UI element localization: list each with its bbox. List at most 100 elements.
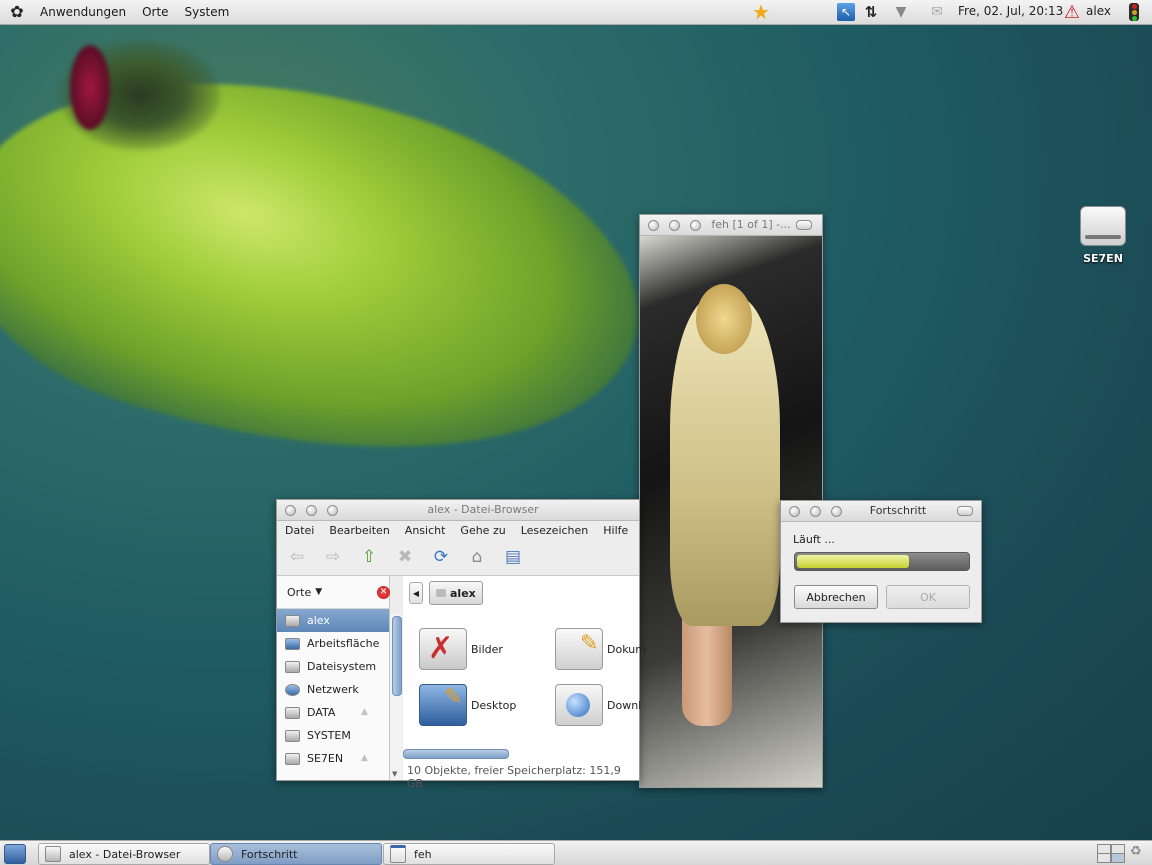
close-sidebar-icon[interactable]: ✕: [377, 586, 390, 599]
close-button[interactable]: [648, 220, 659, 231]
places-header[interactable]: Orte ▼ ✕: [277, 576, 390, 609]
trash-icon[interactable]: ♻: [1130, 844, 1146, 862]
network-arrows-icon[interactable]: ⇅: [861, 3, 881, 21]
file-item-dokumente[interactable]: ✎ Dokum: [555, 628, 646, 670]
warning-icon[interactable]: ⚠: [1062, 2, 1082, 23]
home-icon[interactable]: ⌂: [465, 545, 489, 569]
breadcrumb-left-icon[interactable]: ◀: [409, 582, 423, 604]
menu-edit[interactable]: Bearbeiten: [329, 524, 389, 537]
file-view: ◀ alex ✗ Bilder ✎ Dokum ✎ Desktop Downl …: [403, 576, 646, 790]
chevron-down-icon[interactable]: ▼: [315, 587, 322, 597]
taskbar-item-fortschritt[interactable]: Fortschritt: [210, 843, 382, 865]
stop-icon[interactable]: ✖: [393, 545, 417, 569]
window-title: alex - Datei-Browser: [427, 503, 539, 516]
drive-icon: [285, 660, 300, 673]
menu-go[interactable]: Gehe zu: [460, 524, 505, 537]
toolbar: ⇦ ⇨ ⇧ ✖ ⟳ ⌂ ▤: [277, 539, 639, 576]
menu-applications[interactable]: Anwendungen: [40, 5, 126, 19]
shade-button[interactable]: [957, 506, 973, 516]
photo-hair: [696, 284, 752, 354]
window-icon: [390, 845, 406, 863]
up-arrow-icon[interactable]: ⇧: [357, 545, 381, 569]
user-name[interactable]: alex: [1086, 4, 1111, 18]
forward-arrow-icon[interactable]: ⇨: [321, 545, 345, 569]
show-desktop-icon[interactable]: [4, 844, 26, 864]
close-button[interactable]: [789, 506, 800, 517]
eject-icon[interactable]: ▲: [361, 707, 368, 717]
progress-dialog[interactable]: Fortschritt Läuft ... Abbrechen OK: [780, 500, 982, 623]
minimize-button[interactable]: [669, 220, 680, 231]
sidebar-scrollbar[interactable]: ▼: [390, 614, 402, 780]
wallpaper-bud: [70, 45, 110, 130]
taskbar-item-file-browser[interactable]: alex - Datei-Browser: [38, 843, 210, 865]
home-icon: [436, 589, 446, 597]
drive-icon: [285, 729, 300, 742]
progress-bar: [794, 552, 970, 571]
scrollbar-thumb[interactable]: [392, 616, 402, 696]
eject-icon[interactable]: ▲: [361, 753, 368, 763]
gnome-foot-icon[interactable]: ✿: [8, 3, 26, 21]
scrollbar-thumb[interactable]: [403, 749, 509, 759]
cursor-icon[interactable]: ↖: [836, 3, 856, 21]
minimize-button[interactable]: [306, 505, 317, 516]
menu-file[interactable]: Datei: [285, 524, 314, 537]
traffic-light-icon[interactable]: [1124, 3, 1144, 21]
breadcrumb-label: alex: [450, 586, 476, 600]
file-browser-titlebar[interactable]: alex - Datei-Browser: [277, 500, 639, 521]
sidebar-item-label: SE7EN: [307, 752, 344, 765]
cancel-button[interactable]: Abbrechen: [794, 585, 878, 609]
file-item-bilder[interactable]: ✗ Bilder: [419, 628, 503, 670]
sidebar-item-label: Arbeitsfläche: [307, 637, 380, 650]
taskbar-label: feh: [414, 847, 432, 861]
sidebar-item-label: alex: [307, 614, 330, 627]
taskbar-item-feh[interactable]: feh: [383, 843, 555, 865]
sidebar-item-label: SYSTEM: [307, 729, 351, 742]
shade-button[interactable]: [796, 220, 812, 230]
file-view-scrollbar[interactable]: [403, 748, 639, 760]
file-label: Bilder: [471, 642, 503, 656]
close-button[interactable]: [285, 505, 296, 516]
bottom-panel: alex - Datei-Browser Fortschritt feh ♻: [0, 840, 1152, 865]
sidebar-item-se7en[interactable]: SE7EN ▲: [277, 747, 389, 770]
sidebar-item-data[interactable]: DATA ▲: [277, 701, 389, 724]
menu-help[interactable]: Hilfe: [603, 524, 628, 537]
menu-bookmarks[interactable]: Lesezeichen: [521, 524, 589, 537]
sidebar-item-system[interactable]: SYSTEM: [277, 724, 389, 747]
desktop-folder-icon: ✎: [419, 684, 467, 726]
breadcrumb-button-alex[interactable]: alex: [429, 581, 483, 605]
documents-folder-icon: ✎: [555, 628, 603, 670]
ok-button[interactable]: OK: [886, 585, 970, 609]
scroll-down-icon[interactable]: ▼: [392, 770, 397, 778]
status-bar: 10 Objekte, freier Speicherplatz: 151,9 …: [407, 764, 621, 790]
drive-icon: [285, 752, 300, 765]
reload-icon[interactable]: ⟳: [429, 545, 453, 569]
sidebar-item-alex[interactable]: alex: [277, 609, 389, 632]
mail-icon[interactable]: ✉: [926, 3, 948, 21]
sidebar-item-desktop[interactable]: Arbeitsfläche: [277, 632, 389, 655]
desktop-icon: [285, 637, 300, 650]
clock[interactable]: Fre, 02. Jul, 20:13: [958, 4, 1063, 18]
file-browser-window[interactable]: alex - Datei-Browser Datei Bearbeiten An…: [276, 499, 646, 790]
workspace-4[interactable]: [1111, 853, 1125, 863]
drive-icon: [285, 706, 300, 719]
pictures-folder-icon: ✗: [419, 628, 467, 670]
star-icon[interactable]: ★: [750, 0, 772, 24]
sidebar-item-label: DATA: [307, 706, 336, 719]
progress-titlebar[interactable]: Fortschritt: [781, 501, 981, 522]
menu-view[interactable]: Ansicht: [405, 524, 446, 537]
desktop-icon-se7en[interactable]: SE7EN: [1072, 206, 1134, 265]
feh-titlebar[interactable]: feh [1 of 1] -...: [640, 215, 822, 236]
sidebar-item-label: Dateisystem: [307, 660, 377, 673]
workspace-3[interactable]: [1097, 853, 1111, 863]
file-item-desktop[interactable]: ✎ Desktop: [419, 684, 516, 726]
wireless-icon[interactable]: ▼: [890, 3, 912, 21]
menu-places[interactable]: Orte: [142, 5, 168, 19]
drive-icon: [1080, 206, 1126, 246]
sidebar-item-network[interactable]: Netzwerk: [277, 678, 389, 701]
sidebar-item-filesystem[interactable]: Dateisystem: [277, 655, 389, 678]
computer-icon[interactable]: ▤: [501, 545, 525, 569]
back-arrow-icon[interactable]: ⇦: [285, 545, 309, 569]
file-label: Downl: [607, 698, 642, 712]
file-item-downloads[interactable]: Downl: [555, 684, 641, 726]
menu-system[interactable]: System: [185, 5, 230, 19]
